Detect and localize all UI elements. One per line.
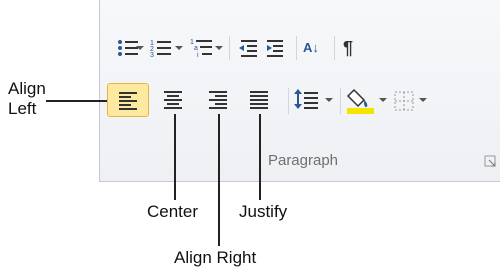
callout-align-right: Align Right [174,248,257,267]
callout-line-align-left [46,100,107,102]
callout-line-center [174,114,176,200]
borders-dropdown-icon[interactable] [418,96,428,104]
show-formatting-marks-button[interactable]: ¶ [343,36,353,60]
decrease-indent-icon[interactable] [235,37,259,59]
separator [288,88,289,114]
separator [340,88,341,114]
svg-text:i: i [197,52,199,59]
group-label: Paragraph [267,152,339,169]
line-spacing-dropdown-icon[interactable] [324,96,334,104]
sort-button[interactable]: A↓ [303,36,319,60]
shading-dropdown-icon[interactable] [378,96,388,104]
center-icon[interactable] [162,90,186,112]
align-right-icon[interactable] [207,90,231,112]
bullets-dropdown-icon[interactable] [135,44,145,52]
callout-align-left-line2: Left [8,99,37,118]
multilevel-list-icon[interactable]: 1 a i [190,36,216,60]
increase-indent-icon[interactable] [265,37,289,59]
svg-text:a: a [194,45,198,52]
separator [296,36,297,60]
separator [229,36,230,60]
align-left-icon [119,92,137,110]
callout-line-align-right [218,114,220,246]
svg-text:3: 3 [150,52,154,59]
line-spacing-icon[interactable] [294,87,322,113]
dialog-launcher-icon[interactable] [484,155,498,169]
borders-icon[interactable] [394,91,416,113]
callout-justify: Justify [239,202,288,221]
callout-align-left-line1: Align [8,79,46,98]
separator [334,36,335,60]
numbering-icon[interactable]: 1 2 3 [150,37,174,59]
justify-icon[interactable] [248,90,272,112]
numbering-dropdown-icon[interactable] [174,44,184,52]
multilevel-dropdown-icon[interactable] [214,44,224,52]
shading-icon[interactable] [346,86,376,116]
callout-center: Center [147,202,199,221]
align-left-button[interactable] [107,83,149,117]
callout-line-justify [259,114,261,200]
